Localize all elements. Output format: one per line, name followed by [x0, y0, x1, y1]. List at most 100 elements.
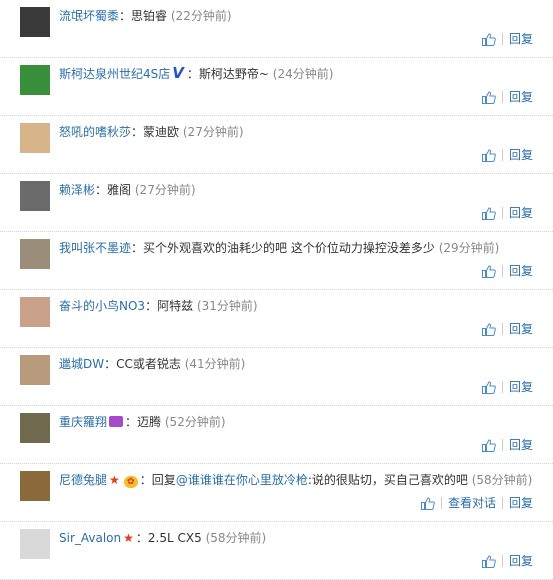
- username-link[interactable]: Sir_Avalon: [59, 531, 121, 545]
- avatar[interactable]: [20, 181, 50, 211]
- avatar[interactable]: [20, 7, 50, 37]
- username-link[interactable]: 流氓坏蜀黍: [59, 9, 119, 23]
- reply-button[interactable]: 回复: [509, 147, 533, 163]
- comment-item: Sir_Avalon ★ ：2.5L CX5 (58分钟前) 回复: [0, 522, 553, 580]
- reply-button[interactable]: 回复: [509, 263, 533, 279]
- comment-item: 怒吼的嗜秋莎：蒙迪欧 (27分钟前) 回复: [0, 116, 553, 174]
- reply-button[interactable]: 回复: [509, 31, 533, 47]
- comment-actions: 回复: [481, 147, 533, 163]
- comment-actions: 查看对话 回复: [420, 495, 533, 511]
- comment-item: 斯柯达泉州世纪4S店 V ：斯柯达野帝~ (24分钟前) 回复: [0, 58, 553, 116]
- reply-button[interactable]: 回复: [509, 205, 533, 221]
- divider: [501, 207, 503, 219]
- thumbs-up-icon[interactable]: [481, 90, 496, 104]
- avatar[interactable]: [20, 471, 50, 501]
- comment-text: 迈腾: [137, 415, 162, 429]
- avatar[interactable]: [20, 65, 50, 95]
- star-icon: ★: [123, 531, 134, 545]
- reply-button[interactable]: 回复: [509, 437, 533, 453]
- avatar[interactable]: [20, 123, 50, 153]
- separator: ：: [131, 125, 144, 139]
- comment-text: 2.5L CX5: [147, 531, 202, 545]
- separator: ：: [131, 241, 144, 255]
- separator: ：: [186, 67, 199, 81]
- comment-actions: 回复: [481, 437, 533, 453]
- verified-v-icon: V: [172, 64, 184, 82]
- separator: ：: [95, 183, 108, 197]
- avatar[interactable]: [20, 529, 50, 559]
- comment-text: :说的很贴切，买自己喜欢的吧: [307, 473, 468, 487]
- comment-item: 尼德兔腿 ★ ✿ ：回复@谁谁谁在你心里放冷枪:说的很贴切，买自己喜欢的吧 (58分钟…: [0, 464, 553, 522]
- thumbs-up-icon[interactable]: [481, 32, 496, 46]
- comment-text: 斯柯达野帝~: [198, 67, 269, 81]
- separator: ：: [135, 531, 148, 545]
- comment-line: 怒吼的嗜秋莎：蒙迪欧 (27分钟前): [59, 124, 244, 140]
- username-link[interactable]: 怒吼的嗜秋莎: [59, 125, 131, 139]
- comment-actions: 回复: [481, 89, 533, 105]
- avatar[interactable]: [20, 355, 50, 385]
- separator: ：: [125, 415, 138, 429]
- reply-button[interactable]: 回复: [509, 321, 533, 337]
- thumbs-up-icon[interactable]: [481, 380, 496, 394]
- comment-line: 尼德兔腿 ★ ✿ ：回复@谁谁谁在你心里放冷枪:说的很贴切，买自己喜欢的吧 (58分钟…: [59, 472, 532, 488]
- comment-actions: 回复: [481, 321, 533, 337]
- comment-line: 重庆羅翔 ：迈腾 (52分钟前): [59, 414, 226, 430]
- comment-item: 重庆羅翔 ：迈腾 (52分钟前) 回复: [0, 406, 553, 464]
- divider: [501, 497, 503, 509]
- tv-icon: [109, 416, 124, 427]
- timestamp: (58分钟前): [471, 473, 533, 487]
- comment-actions: 回复: [481, 553, 533, 569]
- username-link[interactable]: 赖泽彬: [59, 183, 95, 197]
- comment-text: 买个外观喜欢的油耗少的吧 这个价位动力操控没差多少: [143, 241, 435, 255]
- timestamp: (27分钟前): [134, 183, 196, 197]
- comment-list: 流氓坏蜀黍：思铂睿 (22分钟前) 回复 斯柯达泉州世纪4S店 V ：斯柯达野帝~ (2…: [0, 0, 553, 580]
- username-link[interactable]: 斯柯达泉州世纪4S店: [59, 67, 170, 81]
- reply-button[interactable]: 回复: [509, 553, 533, 569]
- username-link[interactable]: 我叫张不墨迹: [59, 241, 131, 255]
- comment-line: Sir_Avalon ★ ：2.5L CX5 (58分钟前): [59, 530, 266, 546]
- comment-text: CC或者锐志: [116, 357, 181, 371]
- thumbs-up-icon[interactable]: [481, 322, 496, 336]
- thumbs-up-icon[interactable]: [481, 554, 496, 568]
- username-link[interactable]: 奋斗的小鸟NO3: [59, 299, 145, 313]
- avatar[interactable]: [20, 239, 50, 269]
- comment-line: 流氓坏蜀黍：思铂睿 (22分钟前): [59, 8, 232, 24]
- avatar[interactable]: [20, 297, 50, 327]
- separator: ：: [119, 9, 132, 23]
- divider: [501, 91, 503, 103]
- timestamp: (41分钟前): [184, 357, 246, 371]
- reply-button[interactable]: 回复: [509, 89, 533, 105]
- vip-icon: ✿: [123, 476, 138, 488]
- view-conversation-button[interactable]: 查看对话: [448, 495, 496, 511]
- comment-line: 赖泽彬：雅阁 (27分钟前): [59, 182, 196, 198]
- divider: [501, 323, 503, 335]
- timestamp: (27分钟前): [182, 125, 244, 139]
- thumbs-up-icon[interactable]: [481, 148, 496, 162]
- username-link[interactable]: 重庆羅翔: [59, 415, 107, 429]
- reply-button[interactable]: 回复: [509, 495, 533, 511]
- thumbs-up-icon[interactable]: [481, 206, 496, 220]
- comment-line: 斯柯达泉州世纪4S店 V ：斯柯达野帝~ (24分钟前): [59, 66, 333, 82]
- thumbs-up-icon[interactable]: [420, 496, 435, 510]
- mention-link[interactable]: @谁谁谁在你心里放冷枪: [176, 473, 308, 487]
- comment-actions: 回复: [481, 31, 533, 47]
- username-link[interactable]: 尼德兔腿: [59, 473, 107, 487]
- comment-line: 我叫张不墨迹：买个外观喜欢的油耗少的吧 这个价位动力操控没差多少 (29分钟前): [59, 240, 499, 256]
- timestamp: (52分钟前): [164, 415, 226, 429]
- comment-item: 我叫张不墨迹：买个外观喜欢的油耗少的吧 这个价位动力操控没差多少 (29分钟前)…: [0, 232, 553, 290]
- timestamp: (31分钟前): [196, 299, 258, 313]
- comment-actions: 回复: [481, 379, 533, 395]
- comment-item: 奋斗的小鸟NO3：阿特兹 (31分钟前) 回复: [0, 290, 553, 348]
- divider: [501, 265, 503, 277]
- username-link[interactable]: 邋城DW: [59, 357, 104, 371]
- avatar[interactable]: [20, 413, 50, 443]
- divider: [501, 555, 503, 567]
- reply-button[interactable]: 回复: [509, 379, 533, 395]
- thumbs-up-icon[interactable]: [481, 438, 496, 452]
- timestamp: (29分钟前): [438, 241, 500, 255]
- comment-text: 蒙迪欧: [143, 125, 180, 139]
- thumbs-up-icon[interactable]: [481, 264, 496, 278]
- comment-text: 阿特兹: [157, 299, 194, 313]
- timestamp: (58分钟前): [205, 531, 267, 545]
- comment-item: 邋城DW：CC或者锐志 (41分钟前) 回复: [0, 348, 553, 406]
